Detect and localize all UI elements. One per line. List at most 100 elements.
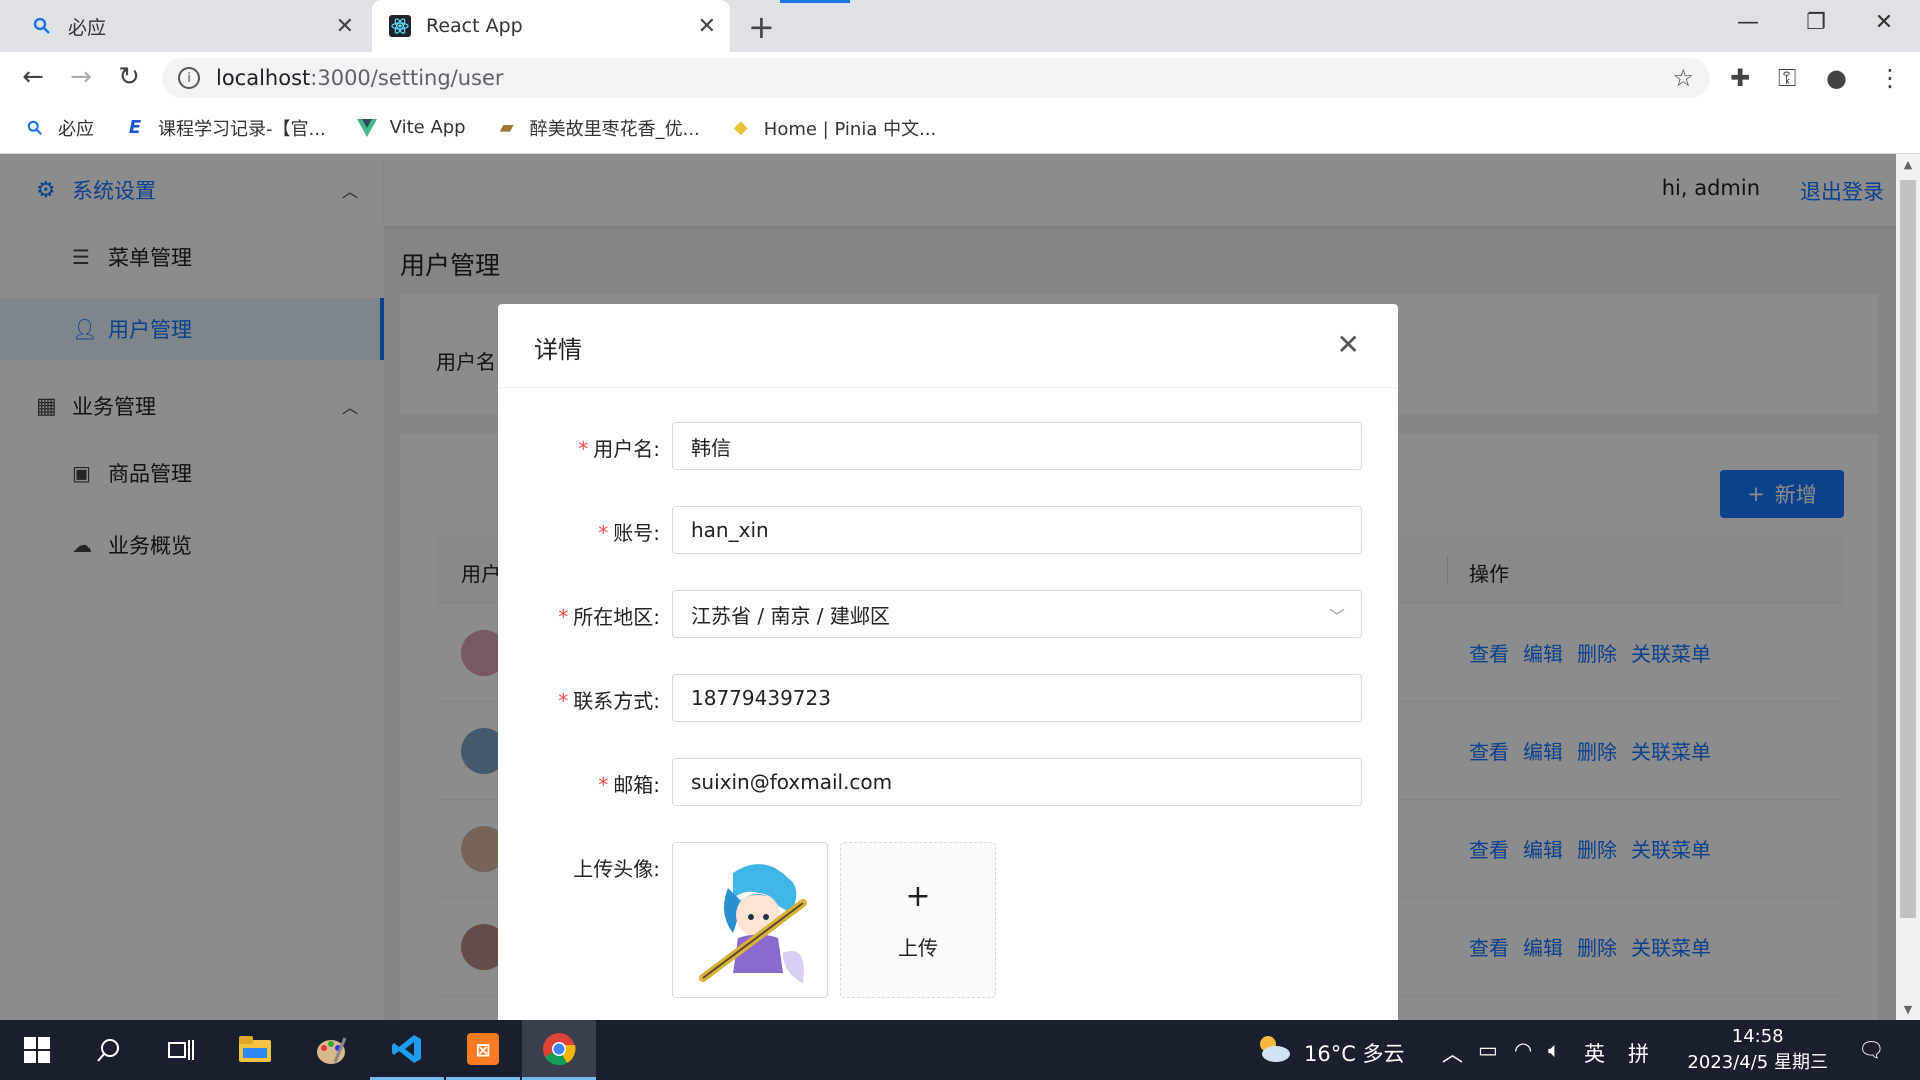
scroll-up-arrow-icon[interactable]: ▲ (1896, 158, 1920, 171)
user-detail-modal: 详情 ✕ * 用户名: 韩信 * 账号: han_xin * 所在地区: 江苏省 / … (498, 304, 1398, 1020)
browser-toolbar: ← → ↻ i localhost:3000/setting/user ☆ ✚ … (0, 52, 1920, 102)
minimize-icon[interactable]: — (1716, 0, 1780, 44)
required-asterisk: * (597, 521, 610, 545)
bookmark-item[interactable]: Vite App (356, 117, 466, 139)
task-view-icon[interactable] (144, 1020, 218, 1080)
new-tab-plus-icon[interactable]: + (748, 8, 775, 46)
email-value: suixin@foxmail.com (691, 770, 893, 794)
bookmark-label: Home | Pinia 中文... (763, 118, 937, 140)
chevron-down-icon: ﹀ (1328, 607, 1345, 626)
system-clock[interactable]: 14:58 2023/4/5 星期三 (1687, 1024, 1828, 1076)
ime-mode-indicator[interactable]: 拼 (1628, 1038, 1649, 1068)
tab-title: React App (426, 15, 523, 37)
extensions-puzzle-icon[interactable]: ✚ (1730, 64, 1750, 92)
url-host: localhost (216, 66, 311, 90)
paint-icon[interactable] (294, 1020, 368, 1080)
tab-title: 必应 (68, 16, 107, 39)
folder-image-icon: ▰ (499, 117, 514, 138)
form-row-email: * 邮箱: suixin@foxmail.com (498, 758, 1398, 806)
close-tab-icon[interactable]: ✕ (336, 14, 354, 39)
restore-icon[interactable]: ❐ (1784, 0, 1848, 44)
windows-start-icon[interactable] (0, 1020, 74, 1080)
loading-indicator (780, 0, 850, 3)
chevron-up-icon[interactable]: ︿ (1442, 1038, 1463, 1068)
region-value: 江苏省 / 南京 / 建邺区 (691, 603, 890, 628)
close-icon[interactable]: ✕ (1337, 328, 1360, 361)
username-field[interactable]: 韩信 (672, 422, 1362, 470)
email-field[interactable]: suixin@foxmail.com (672, 758, 1362, 806)
field-label: * 联系方式: (557, 689, 660, 713)
browser-tab-strip: 必应 ✕ React App ✕ + — ❐ ✕ (0, 0, 1920, 52)
username-value: 韩信 (691, 435, 731, 460)
avatar-label: 上传头像 (573, 857, 654, 881)
avatar-illustration (673, 843, 827, 997)
key-icon[interactable]: ⚿ (1778, 64, 1796, 92)
notification-center-icon[interactable]: 🗨︎ (1858, 1038, 1885, 1063)
close-tab-icon[interactable]: ✕ (698, 14, 716, 39)
reload-icon[interactable]: ↻ (112, 60, 146, 94)
weather-cloud-icon[interactable] (1254, 1034, 1292, 1069)
svg-text:⊠: ⊠ (475, 1040, 490, 1061)
react-logo-icon (388, 14, 412, 38)
vscode-icon[interactable] (370, 1020, 444, 1080)
bookmark-item[interactable]: ▰ 醉美故里枣花香_优... (496, 115, 700, 141)
chrome-icon[interactable] (522, 1020, 596, 1080)
battery-icon[interactable]: ▭ (1478, 1038, 1498, 1062)
more-menu-icon[interactable]: ⋮ (1878, 64, 1902, 92)
field-label: * 所在地区: (557, 605, 660, 629)
clock-time: 14:58 (1731, 1026, 1784, 1047)
url-text: localhost:3000/setting/user (216, 66, 504, 90)
scroll-down-arrow-icon[interactable]: ▼ (1896, 1003, 1920, 1016)
required-asterisk: * (557, 605, 570, 629)
username-label: 用户名 (593, 437, 654, 461)
bookmarks-bar: 必应 E 课程学习记录-【官... Vite App ▰ 醉美故里枣花香_优..… (0, 102, 1920, 154)
form-row-region: * 所在地区: 江苏省 / 南京 / 建邺区 ﹀ (498, 590, 1398, 638)
phone-field[interactable]: 18779439723 (672, 674, 1362, 722)
phone-value: 18779439723 (691, 686, 831, 710)
form-row-phone: * 联系方式: 18779439723 (498, 674, 1398, 722)
avatar-thumbnail[interactable] (672, 842, 828, 998)
plus-icon: + (905, 879, 931, 914)
browser-tab-bing[interactable]: 必应 ✕ (0, 0, 368, 52)
account-value: han_xin (691, 518, 769, 542)
field-label: 上传头像: (573, 857, 660, 881)
account-field[interactable]: han_xin (672, 506, 1362, 554)
profile-avatar-icon[interactable]: ● (1826, 64, 1847, 92)
bookmark-item[interactable]: E 课程学习记录-【官... (124, 115, 326, 141)
address-bar[interactable]: i localhost:3000/setting/user ☆ (162, 58, 1710, 98)
pinia-logo-icon: ◆ (733, 117, 748, 138)
wifi-icon[interactable]: ◠ (1514, 1038, 1532, 1062)
region-cascader[interactable]: 江苏省 / 南京 / 建邺区 ﹀ (672, 590, 1362, 638)
volume-icon[interactable]: 🔈︎ (1548, 1038, 1561, 1063)
windows-taskbar: ⊠ 16°C 多云 ︿ ▭ ◠ 🔈︎ 英 拼 14:58 2023/4/5 星期… (0, 1020, 1920, 1080)
close-window-icon[interactable]: ✕ (1852, 0, 1916, 44)
bookmark-label: 醉美故里枣花香_优... (529, 118, 700, 140)
site-info-icon[interactable]: i (178, 67, 200, 89)
weather-text[interactable]: 16°C 多云 (1304, 1038, 1405, 1068)
search-icon[interactable] (72, 1020, 146, 1080)
scrollbar-thumb[interactable] (1900, 180, 1916, 918)
browser-tab-react-app[interactable]: React App ✕ (372, 0, 730, 52)
search-icon (30, 14, 54, 38)
search-icon (24, 117, 46, 139)
required-asterisk: * (577, 437, 590, 461)
page-scrollbar[interactable]: ▲ ▼ (1896, 154, 1920, 1020)
bookmark-label: 课程学习记录-【官... (158, 118, 326, 140)
required-asterisk: * (597, 773, 610, 797)
forward-arrow-icon[interactable]: → (64, 60, 98, 94)
bookmark-item[interactable]: ◆ Home | Pinia 中文... (730, 115, 936, 141)
form-row-account: * 账号: han_xin (498, 506, 1398, 554)
bookmark-star-icon[interactable]: ☆ (1672, 64, 1694, 92)
xampp-icon[interactable]: ⊠ (446, 1020, 520, 1080)
course-site-icon: E (128, 117, 142, 138)
ime-language-indicator[interactable]: 英 (1584, 1038, 1605, 1068)
upload-button[interactable]: + 上传 (840, 842, 996, 998)
modal-title: 详情 (534, 336, 582, 364)
back-arrow-icon[interactable]: ← (16, 60, 50, 94)
file-explorer-icon[interactable] (218, 1020, 292, 1080)
app-root: ⚙ 系统设置 ︿ ☰ 菜单管理 👤︎ 用户管理 ▦ 业务管理 ︿ ▣ 商品管理 … (0, 154, 1920, 1020)
email-label: 邮箱 (613, 773, 654, 797)
url-path: :3000/setting/user (310, 66, 504, 90)
bookmark-item[interactable]: 必应 (24, 115, 94, 141)
form-row-avatar: 上传头像: + 上传 (498, 842, 1398, 1000)
